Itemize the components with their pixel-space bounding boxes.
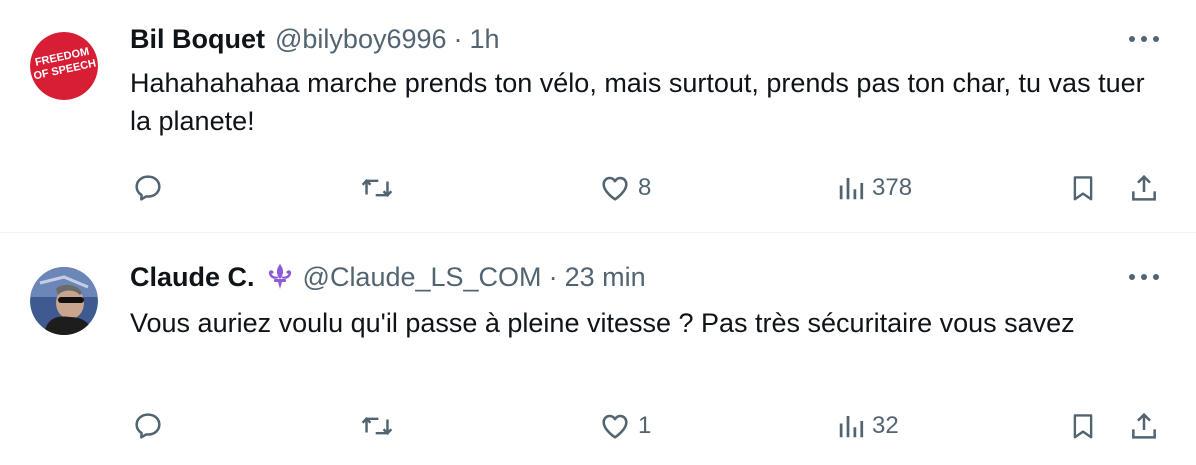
reply-icon [135,413,161,439]
like-button[interactable]: 8 [598,168,651,208]
tweet-header: Bil Boquet @bilyboy6996 · 1h [130,22,500,56]
tweet-text: Vous auriez voulu qu'il passe à pleine v… [130,308,1075,338]
bookmark-icon [1073,176,1093,201]
reply-icon [135,175,161,201]
display-name[interactable]: Bil Boquet [130,24,265,55]
retweet-button[interactable] [360,406,394,446]
avatar[interactable] [30,267,98,335]
tweet[interactable]: FREEDOM OF SPEECH Bil Boquet @bilyboy699… [0,0,1196,232]
reply-button[interactable] [132,406,164,446]
avatar-image: FREEDOM OF SPEECH [30,32,98,100]
tweet[interactable]: Claude C. @Claude_LS_COM · 23 min Vous a… [0,233,1196,465]
share-button[interactable] [1128,406,1160,446]
like-button[interactable]: 1 [598,406,651,446]
avatar[interactable]: FREEDOM OF SPEECH [30,32,98,100]
views-button[interactable]: 378 [836,168,912,208]
tweet-header: Claude C. @Claude_LS_COM · 23 min [130,260,646,294]
like-count: 8 [638,174,652,201]
more-icon [1129,274,1159,280]
separator: · [453,23,463,54]
tweet-actions: 1 32 [0,406,1196,446]
share-button[interactable] [1128,168,1160,208]
more-icon [1129,36,1159,42]
heart-icon [602,414,628,439]
user-handle[interactable]: @bilyboy6996 [275,24,447,55]
more-button[interactable] [1124,262,1164,292]
view-count: 32 [872,412,899,439]
tweet-text: Hahahahahaa marche prends ton vélo, mais… [130,68,1145,136]
retweet-icon [361,179,393,197]
like-count: 1 [638,412,652,439]
reply-feed: FREEDOM OF SPEECH Bil Boquet @bilyboy699… [0,0,1196,464]
timestamp[interactable]: 23 min [565,262,646,293]
view-count: 378 [872,174,913,201]
share-icon [1132,174,1156,201]
separator: · [548,261,558,292]
retweet-button[interactable] [360,168,394,208]
views-icon [839,178,864,200]
tweet-actions: 8 378 [0,168,1196,208]
fleur-de-lis-icon [265,262,295,292]
display-name[interactable]: Claude C. [130,262,255,293]
views-icon [839,416,864,438]
share-icon [1132,412,1156,439]
bookmark-button[interactable] [1068,168,1098,208]
reply-button[interactable] [132,168,164,208]
timestamp[interactable]: 1h [470,24,500,55]
more-button[interactable] [1124,24,1164,54]
user-handle[interactable]: @Claude_LS_COM [303,262,542,293]
bookmark-icon [1073,414,1093,439]
heart-icon [602,176,628,201]
retweet-icon [361,417,393,435]
bookmark-button[interactable] [1068,406,1098,446]
avatar-image [30,267,98,335]
views-button[interactable]: 32 [836,406,899,446]
